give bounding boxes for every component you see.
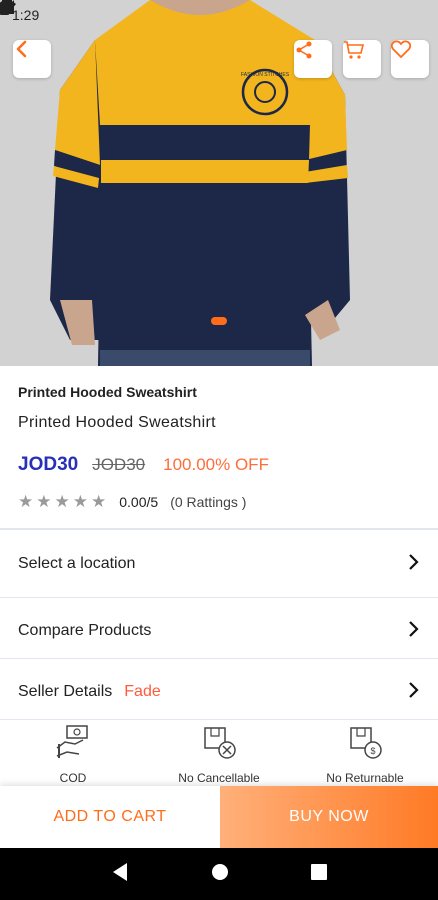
policy-cod: COD [0, 722, 146, 788]
policy-badges: COD No Cancellable $ No Returnable [0, 722, 438, 788]
wishlist-button[interactable] [391, 40, 429, 78]
product-name: Printed Hooded Sweatshirt [18, 414, 216, 431]
select-location-row[interactable]: Select a location [0, 534, 438, 594]
product-brand: Printed Hooded Sweatshirt [18, 384, 197, 400]
star-icon: ★ [72, 492, 88, 511]
chevron-right-icon [408, 618, 420, 644]
action-bar: ADD TO CART BUY NOW [0, 786, 438, 848]
price-row: JOD30 JOD30 100.00% OFF [18, 454, 269, 476]
cod-icon [53, 722, 93, 767]
seller-details-row[interactable]: Seller Details Fade [0, 662, 438, 722]
system-nav-bar [0, 848, 438, 900]
add-to-cart-button[interactable]: ADD TO CART [0, 786, 220, 848]
star-icon: ★ [36, 492, 52, 511]
chevron-right-icon [408, 551, 420, 577]
policy-label: No Cancellable [178, 771, 260, 785]
status-bar: 1:29 [0, 0, 438, 30]
policy-label: No Returnable [326, 771, 404, 785]
price: JOD30 [18, 454, 79, 475]
no-cancel-icon [199, 722, 239, 767]
divider [0, 597, 438, 598]
star-icon: ★ [54, 492, 70, 511]
no-return-icon: $ [345, 722, 385, 767]
chevron-right-icon [408, 679, 420, 705]
nav-back-icon[interactable] [111, 862, 129, 887]
buy-now-button[interactable]: BUY NOW [220, 786, 438, 848]
logo-text: FASHION STITCHES [241, 72, 290, 78]
star-icon: ★ [18, 492, 34, 511]
rating-stars: ★ ★ ★ ★ ★ [18, 492, 109, 512]
product-image[interactable]: FASHION STITCHES 1:29 [0, 0, 438, 366]
policy-no-return: $ No Returnable [292, 722, 438, 788]
cart-button[interactable] [343, 40, 381, 78]
select-location-label: Select a location [18, 555, 136, 572]
nav-home-icon[interactable] [211, 863, 229, 886]
divider [0, 528, 438, 530]
nav-recents-icon[interactable] [311, 863, 327, 885]
seller-name: Fade [124, 683, 161, 700]
status-time: 1:29 [12, 7, 40, 23]
rating-row: ★ ★ ★ ★ ★ 0.00/5 (0 Rattings ) [18, 492, 246, 512]
seller-details-label: Seller Details [18, 683, 113, 700]
divider [0, 719, 438, 720]
original-price: JOD30 [92, 455, 146, 474]
policy-no-cancel: No Cancellable [146, 722, 292, 788]
carousel-indicator [211, 317, 227, 325]
compare-products-label: Compare Products [18, 622, 152, 639]
rating-value: 0.00/5 [119, 494, 159, 510]
policy-label: COD [59, 771, 87, 785]
share-button[interactable] [294, 40, 332, 78]
compare-products-row[interactable]: Compare Products [0, 601, 438, 661]
star-icon: ★ [91, 492, 107, 511]
divider [0, 658, 438, 659]
svg-text:$: $ [370, 746, 375, 756]
discount-badge: 100.00% OFF [163, 455, 269, 474]
rating-count: (0 Rattings ) [170, 494, 247, 510]
back-button[interactable] [13, 40, 51, 78]
